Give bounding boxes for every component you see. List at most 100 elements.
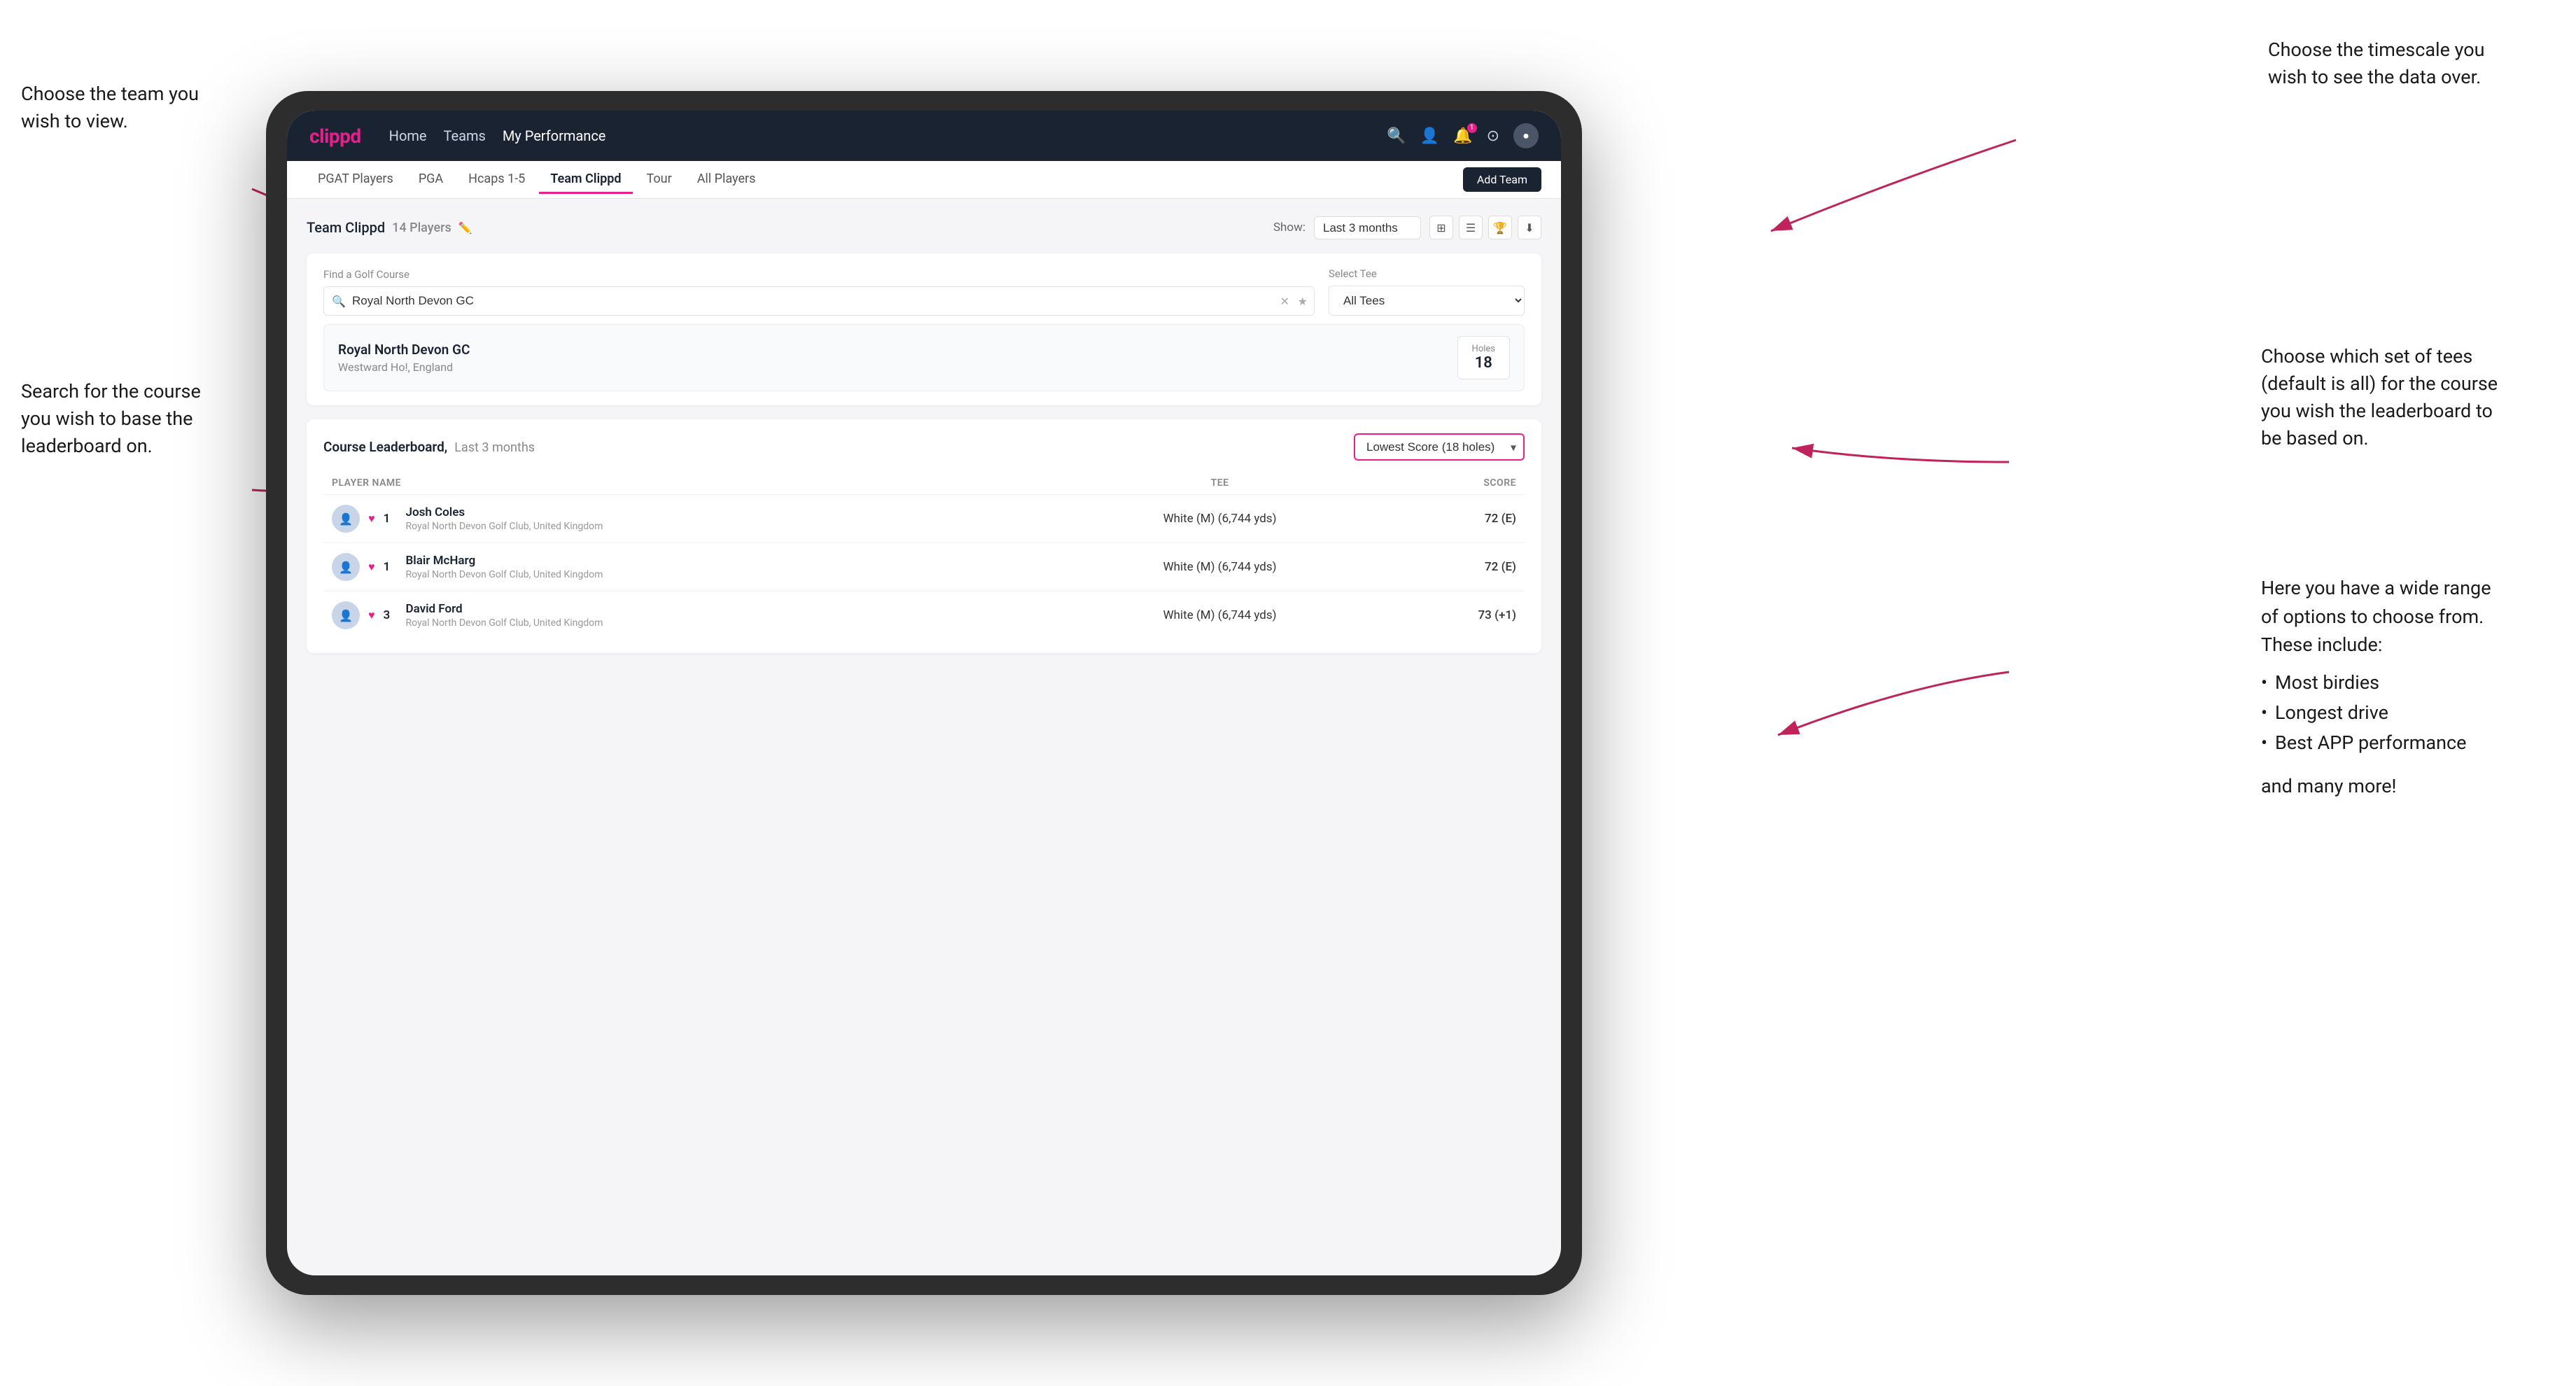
player-rank-1: 1 [384,512,398,526]
main-content: Team Clippd 14 Players ✏️ Show: Last 3 m… [287,199,1561,670]
course-info: Royal North Devon GC Westward Ho!, Engla… [338,342,470,374]
bullet-app: Best APP performance [2261,728,2555,758]
player-avatar-3: 👤 [332,601,360,629]
annotation-tee-text: Choose which set of tees (default is all… [2261,345,2498,449]
course-search-wrap: 🔍 ✕ ★ [323,286,1315,316]
player-heart-2[interactable]: ♥ [368,560,375,574]
leaderboard-card: Course Leaderboard, Last 3 months Lowest… [307,419,1541,653]
score-value-2: 72 (E) [1485,560,1516,574]
player-club-2: Royal North Devon Golf Club, United King… [406,569,603,580]
leaderboard-thead: PLAYER NAME TEE SCORE [323,472,1525,495]
app-logo: clippd [309,125,361,148]
annotation-left-search-text: Search for the course you wish to base t… [21,380,201,457]
tee-select[interactable]: All Tees [1329,286,1525,316]
player-info-2: 👤 ♥ 1 Blair McHarg Royal North Devon Gol… [332,553,1046,581]
course-search-input[interactable] [323,286,1315,316]
team-name: Team Clippd [307,219,385,236]
course-name: Royal North Devon GC [338,342,470,358]
leaderboard-table: PLAYER NAME TEE SCORE 👤 ♥ 1 [323,472,1525,639]
search-nav-icon[interactable]: 🔍 [1387,127,1406,145]
player-score-3: 73 (+1) [1385,592,1525,640]
tablet-device: clippd Home Teams My Performance 🔍 👤 🔔 1… [266,91,1582,1295]
tab-hcaps[interactable]: Hcaps 1-5 [457,166,536,194]
player-rank-2: 1 [384,560,398,574]
holes-label: Holes [1472,344,1495,354]
player-cell-1: 👤 ♥ 1 Josh Coles Royal North Devon Golf … [323,495,1054,543]
table-row: 👤 ♥ 1 Josh Coles Royal North Devon Golf … [323,495,1525,543]
player-info-1: 👤 ♥ 1 Josh Coles Royal North Devon Golf … [332,505,1046,533]
bell-nav-icon[interactable]: 🔔 1 [1453,127,1472,145]
show-row: Show: Last 3 months ⊞ ☰ 🏆 ⬇ [1273,216,1541,239]
col-tee: TEE [1054,472,1385,495]
player-count: 14 Players [392,220,451,235]
tee-label: Select Tee [1329,267,1525,280]
nav-home[interactable]: Home [389,127,427,144]
edit-team-icon[interactable]: ✏️ [458,221,472,234]
annotation-left-search: Search for the course you wish to base t… [21,378,266,460]
player-club-1: Royal North Devon Golf Club, United King… [406,521,603,532]
player-info-3: 👤 ♥ 3 David Ford Royal North Devon Golf … [332,601,1046,629]
tab-all-players[interactable]: All Players [686,166,767,194]
annotation-right-options: Here you have a wide range of options to… [2261,574,2555,801]
player-club-3: Royal North Devon Golf Club, United King… [406,617,603,629]
tee-section: Select Tee All Tees [1329,267,1525,316]
player-name-text-3: David Ford [406,602,603,616]
tablet-screen: clippd Home Teams My Performance 🔍 👤 🔔 1… [287,111,1561,1275]
show-select[interactable]: Last 3 months [1314,216,1421,239]
avatar-button[interactable]: ● [1513,123,1539,148]
nav-icons: 🔍 👤 🔔 1 ⊙ ● [1387,123,1539,148]
trophy-view-button[interactable]: 🏆 [1488,216,1512,239]
col-score: SCORE [1385,472,1525,495]
tab-pgat[interactable]: PGAT Players [307,166,405,194]
player-name-text-2: Blair McHarg [406,554,603,568]
view-icons: ⊞ ☰ 🏆 ⬇ [1429,216,1541,239]
tab-team-clippd[interactable]: Team Clippd [539,166,632,194]
bullet-birdies: Most birdies [2261,668,2555,698]
settings-nav-icon[interactable]: ⊙ [1487,127,1499,145]
clear-search-icon[interactable]: ✕ [1280,295,1289,308]
course-location: Westward Ho!, England [338,360,470,374]
score-type-select[interactable]: Lowest Score (18 holes) [1354,433,1525,461]
player-name-2: Blair McHarg Royal North Devon Golf Club… [406,554,603,580]
player-name-text-1: Josh Coles [406,505,603,519]
nav-my-performance[interactable]: My Performance [503,127,606,144]
player-name-1: Josh Coles Royal North Devon Golf Club, … [406,505,603,532]
team-header: Team Clippd 14 Players ✏️ Show: Last 3 m… [307,216,1541,239]
grid-view-button[interactable]: ⊞ [1429,216,1453,239]
table-row: 👤 ♥ 3 David Ford Royal North Devon Golf … [323,592,1525,640]
tab-tour[interactable]: Tour [636,166,683,194]
tab-pga[interactable]: PGA [407,166,454,194]
star-course-icon[interactable]: ★ [1298,295,1308,308]
notification-badge: 1 [1467,123,1477,133]
add-team-button[interactable]: Add Team [1463,167,1541,192]
annotation-timescale-text: Choose the timescale you wish to see the… [2268,38,2485,88]
leaderboard-tbody: 👤 ♥ 1 Josh Coles Royal North Devon Golf … [323,495,1525,640]
nav-links: Home Teams My Performance [389,127,606,144]
leaderboard-title-text: Course Leaderboard, [323,439,447,455]
annotation-right-timescale: Choose the timescale you wish to see the… [2268,36,2534,91]
player-score-1: 72 (E) [1385,495,1525,543]
player-heart-1[interactable]: ♥ [368,512,375,526]
list-view-button[interactable]: ☰ [1459,216,1483,239]
nav-teams[interactable]: Teams [444,127,486,144]
holes-box: Holes 18 [1457,336,1510,379]
download-button[interactable]: ⬇ [1518,216,1541,239]
annotation-and-more: and many more! [2261,772,2555,801]
col-player: PLAYER NAME [323,472,1054,495]
search-filter-row: Find a Golf Course 🔍 ✕ ★ Select Tee All … [323,267,1525,316]
app-navbar: clippd Home Teams My Performance 🔍 👤 🔔 1… [287,111,1561,161]
show-label: Show: [1273,220,1306,234]
player-tee-1: White (M) (6,744 yds) [1054,495,1385,543]
annotation-bullets: Most birdies Longest drive Best APP perf… [2261,668,2555,759]
player-heart-3[interactable]: ♥ [368,608,375,622]
course-search-label: Find a Golf Course [323,268,1315,281]
annotation-right-tee: Choose which set of tees (default is all… [2261,343,2555,453]
score-value-3: 73 (+1) [1478,608,1516,622]
team-title-row: Team Clippd 14 Players ✏️ [307,219,472,236]
search-section: Find a Golf Course 🔍 ✕ ★ [323,268,1315,316]
person-nav-icon[interactable]: 👤 [1420,127,1439,145]
player-rank-3: 3 [384,608,398,622]
annotation-left-team-text: Choose the team you wish to view. [21,83,199,132]
player-cell-3: 👤 ♥ 3 David Ford Royal North Devon Golf … [323,592,1054,640]
annotation-left-team: Choose the team you wish to view. [21,80,252,135]
